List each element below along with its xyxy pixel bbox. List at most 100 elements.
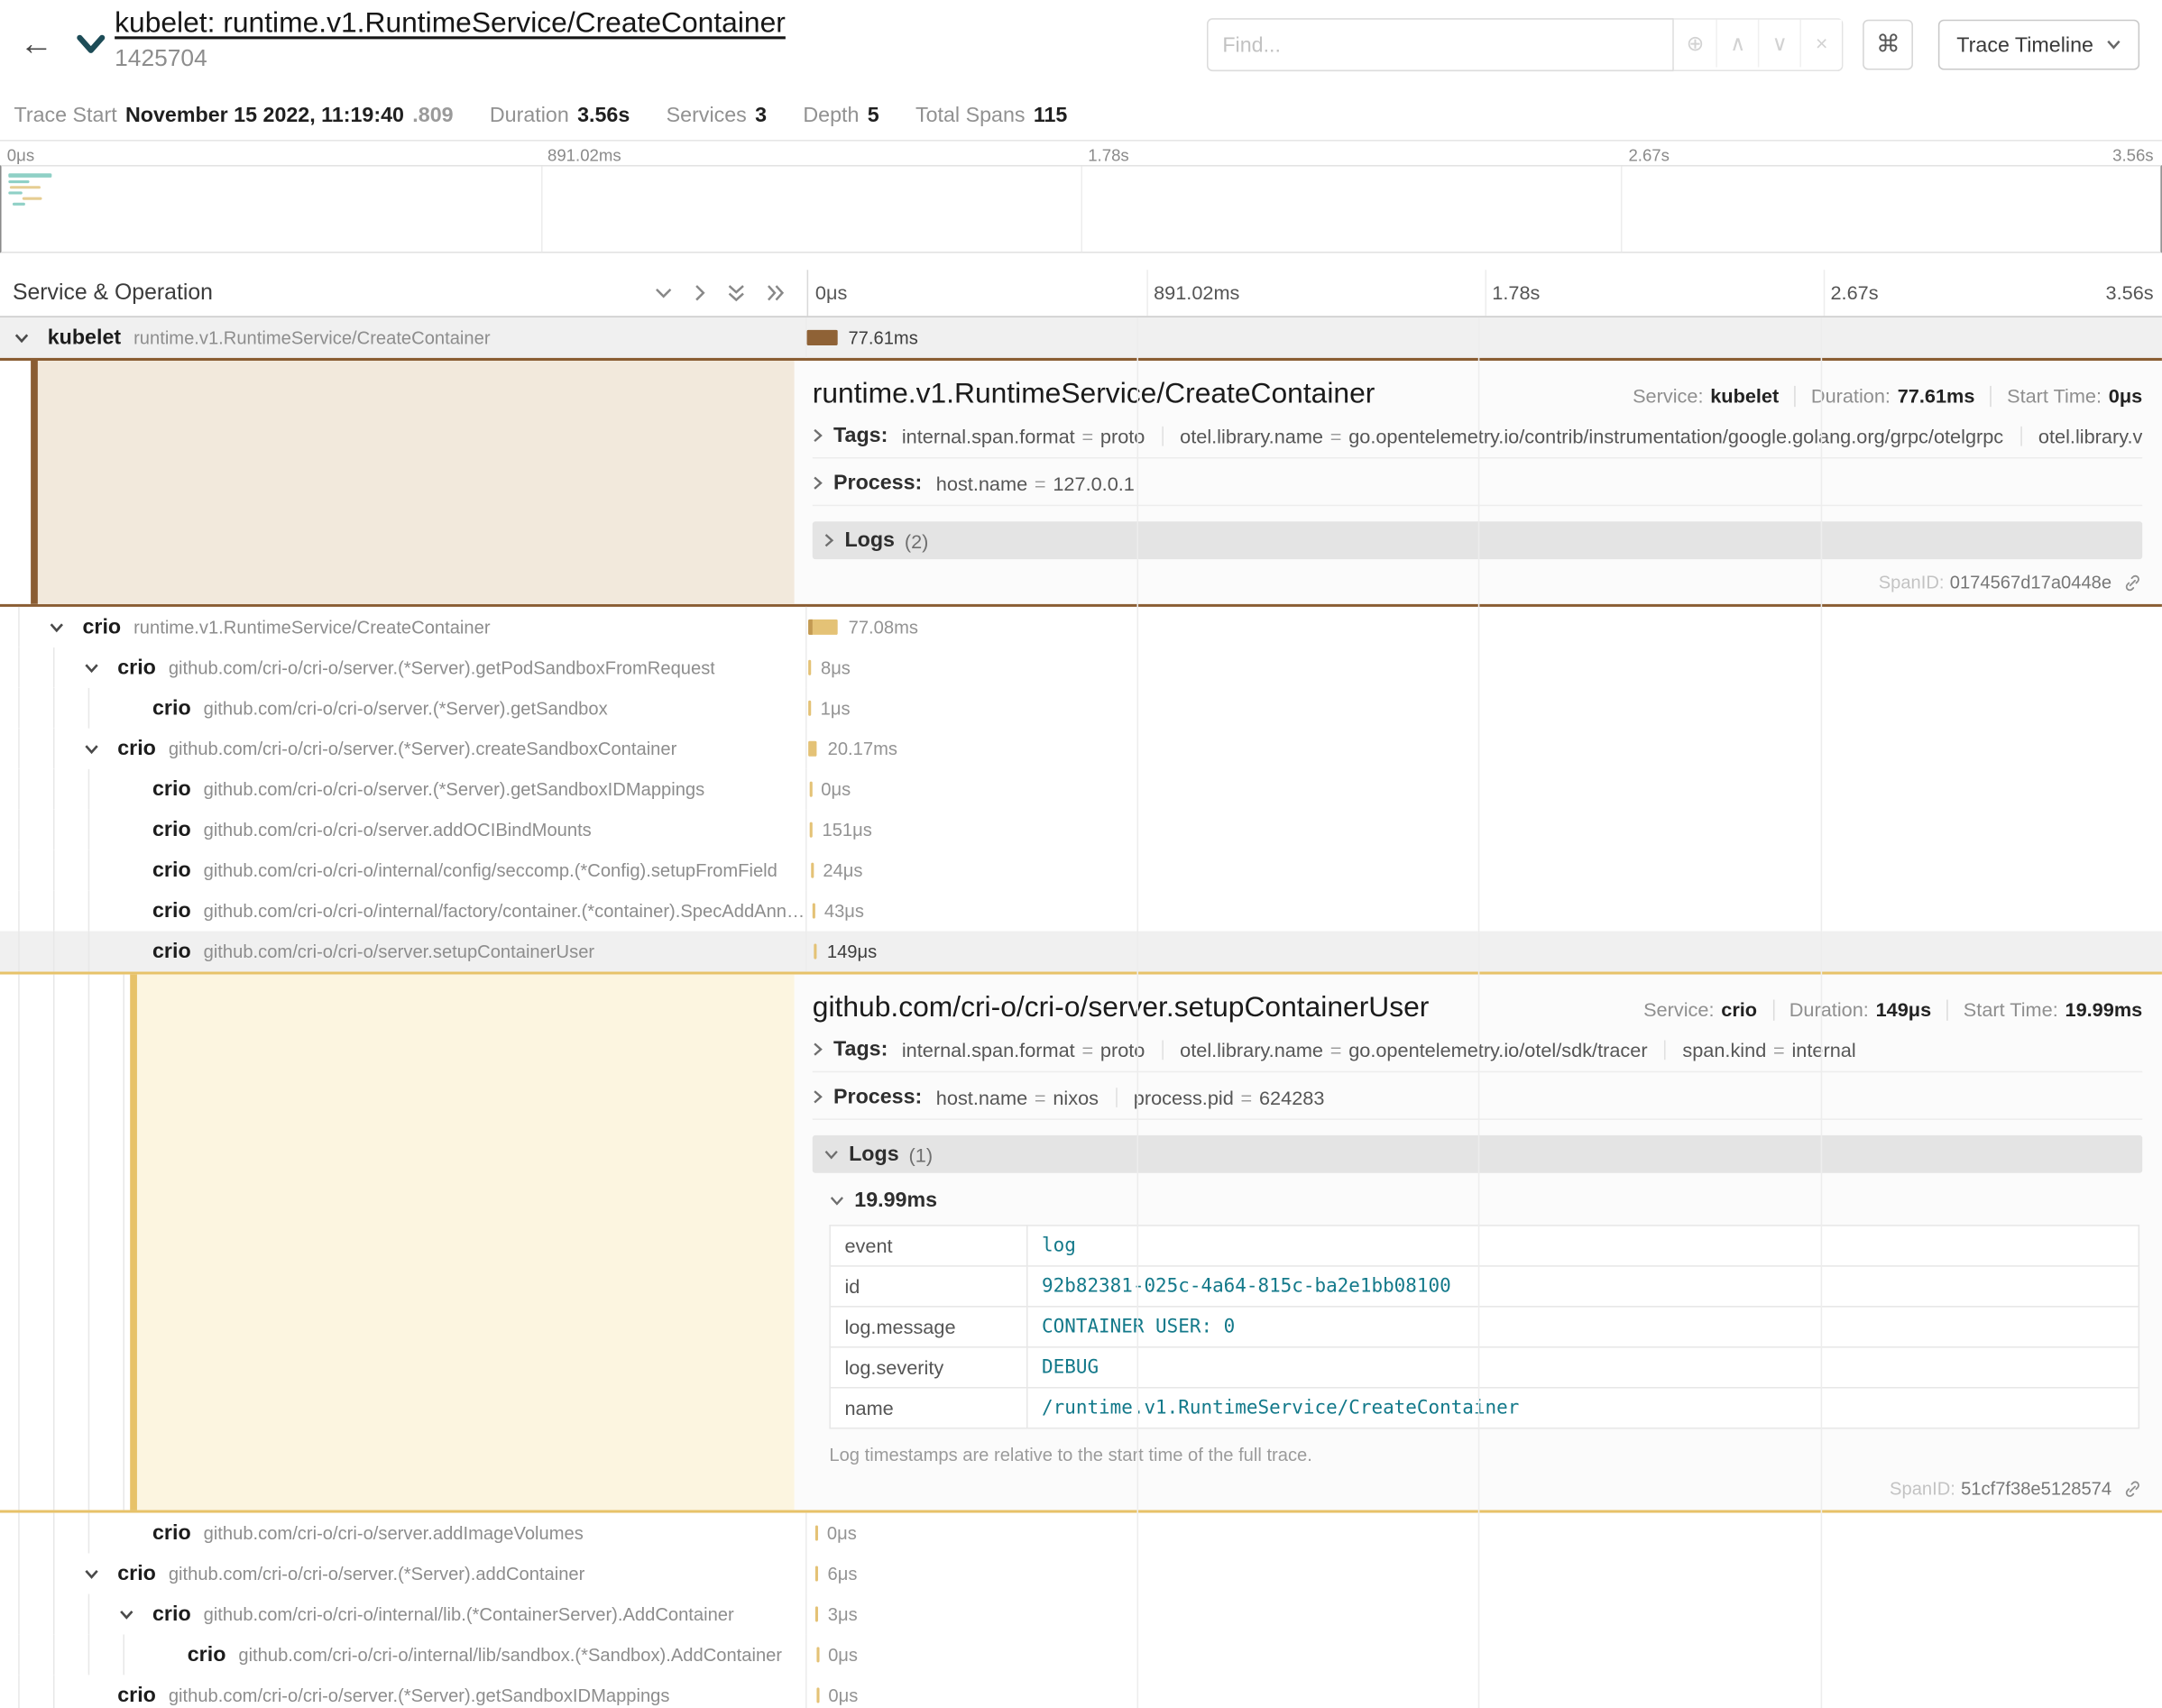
span-bar[interactable]	[815, 1566, 818, 1581]
span-name-cell[interactable]: criogithub.com/cri-o/cri-o/server.(*Serv…	[0, 729, 807, 769]
span-row[interactable]: criogithub.com/cri-o/cri-o/internal/lib/…	[0, 1634, 2162, 1675]
span-row[interactable]: criogithub.com/cri-o/cri-o/server.(*Serv…	[0, 729, 2162, 769]
span-timeline-cell[interactable]: 149μs	[807, 932, 2162, 972]
span-name-cell[interactable]: criogithub.com/cri-o/cri-o/server.addOCI…	[0, 810, 807, 850]
span-timeline-cell[interactable]: 0μs	[807, 769, 2162, 810]
span-timeline-cell[interactable]: 24μs	[807, 850, 2162, 891]
minimap-canvas[interactable]	[0, 165, 2162, 253]
span-bar[interactable]	[815, 1606, 818, 1621]
kv-value: 624283	[1259, 1086, 1324, 1108]
span-timeline-cell[interactable]: 8μs	[807, 647, 2162, 688]
span-name-cell[interactable]: criogithub.com/cri-o/cri-o/internal/conf…	[0, 850, 807, 891]
span-timeline-cell[interactable]: 151μs	[807, 810, 2162, 850]
span-row[interactable]: criogithub.com/cri-o/cri-o/server.(*Serv…	[0, 688, 2162, 729]
tags-label: Tags:	[833, 1037, 888, 1061]
span-timeline-cell[interactable]: 20.17ms	[807, 729, 2162, 769]
span-bar[interactable]	[809, 741, 817, 757]
trace-title-link[interactable]: kubelet: runtime.v1.RuntimeService/Creat…	[115, 7, 786, 40]
span-bar[interactable]	[813, 904, 815, 919]
span-row[interactable]: criogithub.com/cri-o/cri-o/server.(*Serv…	[0, 647, 2162, 688]
logs-accordion-header[interactable]: Logs(2)	[813, 521, 2142, 559]
process-row[interactable]: Process:host.name=nixosprocess.pid=62428…	[813, 1085, 2142, 1120]
span-name-cell[interactable]: criogithub.com/cri-o/cri-o/server.(*Serv…	[0, 688, 807, 729]
span-link-icon[interactable]	[2123, 1479, 2143, 1499]
span-duration-label: 0μs	[828, 1644, 858, 1665]
expand-collapse-controls	[655, 284, 785, 302]
span-name-cell[interactable]: criogithub.com/cri-o/cri-o/server.setupC…	[0, 932, 807, 972]
span-row[interactable]: criogithub.com/cri-o/cri-o/internal/fact…	[0, 891, 2162, 932]
span-row[interactable]: criogithub.com/cri-o/cri-o/server.(*Serv…	[0, 1553, 2162, 1593]
find-input[interactable]	[1207, 18, 1674, 71]
span-bar[interactable]	[814, 944, 817, 960]
title-collapse-chevron-icon[interactable]	[76, 33, 106, 61]
expand-all-icon[interactable]	[767, 284, 785, 302]
span-timeline-cell[interactable]: 0μs	[807, 1513, 2162, 1554]
span-name-cell[interactable]: criogithub.com/cri-o/cri-o/server.addIma…	[0, 1513, 807, 1554]
span-name-cell[interactable]: criogithub.com/cri-o/cri-o/server.(*Serv…	[0, 769, 807, 810]
span-bar[interactable]	[808, 660, 811, 675]
collapse-all-icon[interactable]	[727, 284, 745, 302]
log-entry-header[interactable]: 19.99ms	[829, 1189, 2142, 1212]
chevron-down-icon[interactable]	[81, 662, 117, 673]
collapse-one-icon[interactable]	[655, 287, 673, 299]
span-timeline-cell[interactable]: 3μs	[807, 1593, 2162, 1634]
next-result-icon[interactable]: ∨	[1758, 20, 1800, 68]
span-bar[interactable]	[810, 822, 813, 838]
span-row[interactable]: criogithub.com/cri-o/cri-o/server.(*Serv…	[0, 769, 2162, 810]
span-row[interactable]: criogithub.com/cri-o/cri-o/server.addOCI…	[0, 810, 2162, 850]
span-name-cell[interactable]: criogithub.com/cri-o/cri-o/server.(*Serv…	[0, 647, 807, 688]
span-row[interactable]: crioruntime.v1.RuntimeService/CreateCont…	[0, 607, 2162, 647]
prev-result-icon[interactable]: ∧	[1716, 20, 1759, 68]
span-timeline-cell[interactable]: 0μs	[807, 1634, 2162, 1675]
span-timeline-cell[interactable]: 6μs	[807, 1553, 2162, 1593]
span-bar[interactable]	[815, 1525, 818, 1540]
span-bar[interactable]	[811, 863, 814, 878]
chevron-down-icon[interactable]	[81, 743, 117, 754]
logs-count: (1)	[909, 1143, 934, 1165]
span-timeline-cell[interactable]: 77.08ms	[807, 607, 2162, 647]
span-name-cell[interactable]: kubeletruntime.v1.RuntimeService/CreateC…	[0, 317, 807, 358]
log-field-key: event	[830, 1226, 1027, 1266]
chevron-down-icon[interactable]	[46, 621, 82, 632]
span-row[interactable]: criogithub.com/cri-o/cri-o/server.(*Serv…	[0, 1675, 2162, 1708]
span-name-cell[interactable]: criogithub.com/cri-o/cri-o/server.(*Serv…	[0, 1553, 807, 1593]
logs-accordion-header[interactable]: Logs(1)	[813, 1135, 2142, 1173]
span-bar[interactable]	[809, 782, 812, 797]
span-timeline-cell[interactable]: 77.61ms	[807, 317, 2162, 358]
span-row[interactable]: criogithub.com/cri-o/cri-o/internal/conf…	[0, 850, 2162, 891]
span-timeline-cell[interactable]: 0μs	[807, 1675, 2162, 1708]
chevron-down-icon[interactable]	[11, 332, 47, 343]
back-button[interactable]: ←	[17, 25, 68, 64]
span-timeline-cell[interactable]: 1μs	[807, 688, 2162, 729]
span-bar[interactable]	[816, 1647, 819, 1662]
span-bar[interactable]	[808, 701, 811, 716]
span-operation-name: github.com/cri-o/cri-o/internal/config/s…	[204, 859, 777, 880]
chevron-down-icon[interactable]	[116, 1609, 152, 1620]
span-row[interactable]: kubeletruntime.v1.RuntimeService/CreateC…	[0, 317, 2162, 358]
span-name-cell[interactable]: crioruntime.v1.RuntimeService/CreateCont…	[0, 607, 807, 647]
expand-one-icon[interactable]	[694, 284, 706, 302]
span-bar[interactable]	[807, 330, 837, 345]
caret-down-icon	[829, 1195, 844, 1206]
keyboard-shortcuts-button[interactable]: ⌘	[1863, 20, 1913, 70]
span-row[interactable]: criogithub.com/cri-o/cri-o/server.addIma…	[0, 1513, 2162, 1554]
span-link-icon[interactable]	[2123, 573, 2143, 592]
span-bar[interactable]	[808, 620, 837, 635]
chevron-down-icon[interactable]	[81, 1568, 117, 1579]
span-name-cell[interactable]: criogithub.com/cri-o/cri-o/internal/lib/…	[0, 1634, 807, 1675]
span-name-cell[interactable]: criogithub.com/cri-o/cri-o/internal/fact…	[0, 891, 807, 932]
span-duration-label: 0μs	[828, 1685, 858, 1705]
span-row[interactable]: criogithub.com/cri-o/cri-o/server.setupC…	[0, 932, 2162, 972]
span-name-cell[interactable]: criogithub.com/cri-o/cri-o/internal/lib.…	[0, 1593, 807, 1634]
trace-view-selector[interactable]: Trace Timeline	[1938, 20, 2139, 70]
span-timeline-cell[interactable]: 43μs	[807, 891, 2162, 932]
process-row[interactable]: Process:host.name=127.0.0.1	[813, 471, 2142, 506]
tags-row[interactable]: Tags:internal.span.format=protootel.libr…	[813, 424, 2142, 459]
tags-row[interactable]: Tags:internal.span.format=protootel.libr…	[813, 1037, 2142, 1072]
span-row[interactable]: criogithub.com/cri-o/cri-o/internal/lib.…	[0, 1593, 2162, 1634]
focus-icon[interactable]: ⊕	[1674, 20, 1716, 68]
indent-guide	[46, 647, 81, 688]
clear-search-icon[interactable]: ×	[1800, 20, 1843, 68]
span-name-cell[interactable]: criogithub.com/cri-o/cri-o/server.(*Serv…	[0, 1675, 807, 1708]
span-bar[interactable]	[816, 1687, 819, 1703]
